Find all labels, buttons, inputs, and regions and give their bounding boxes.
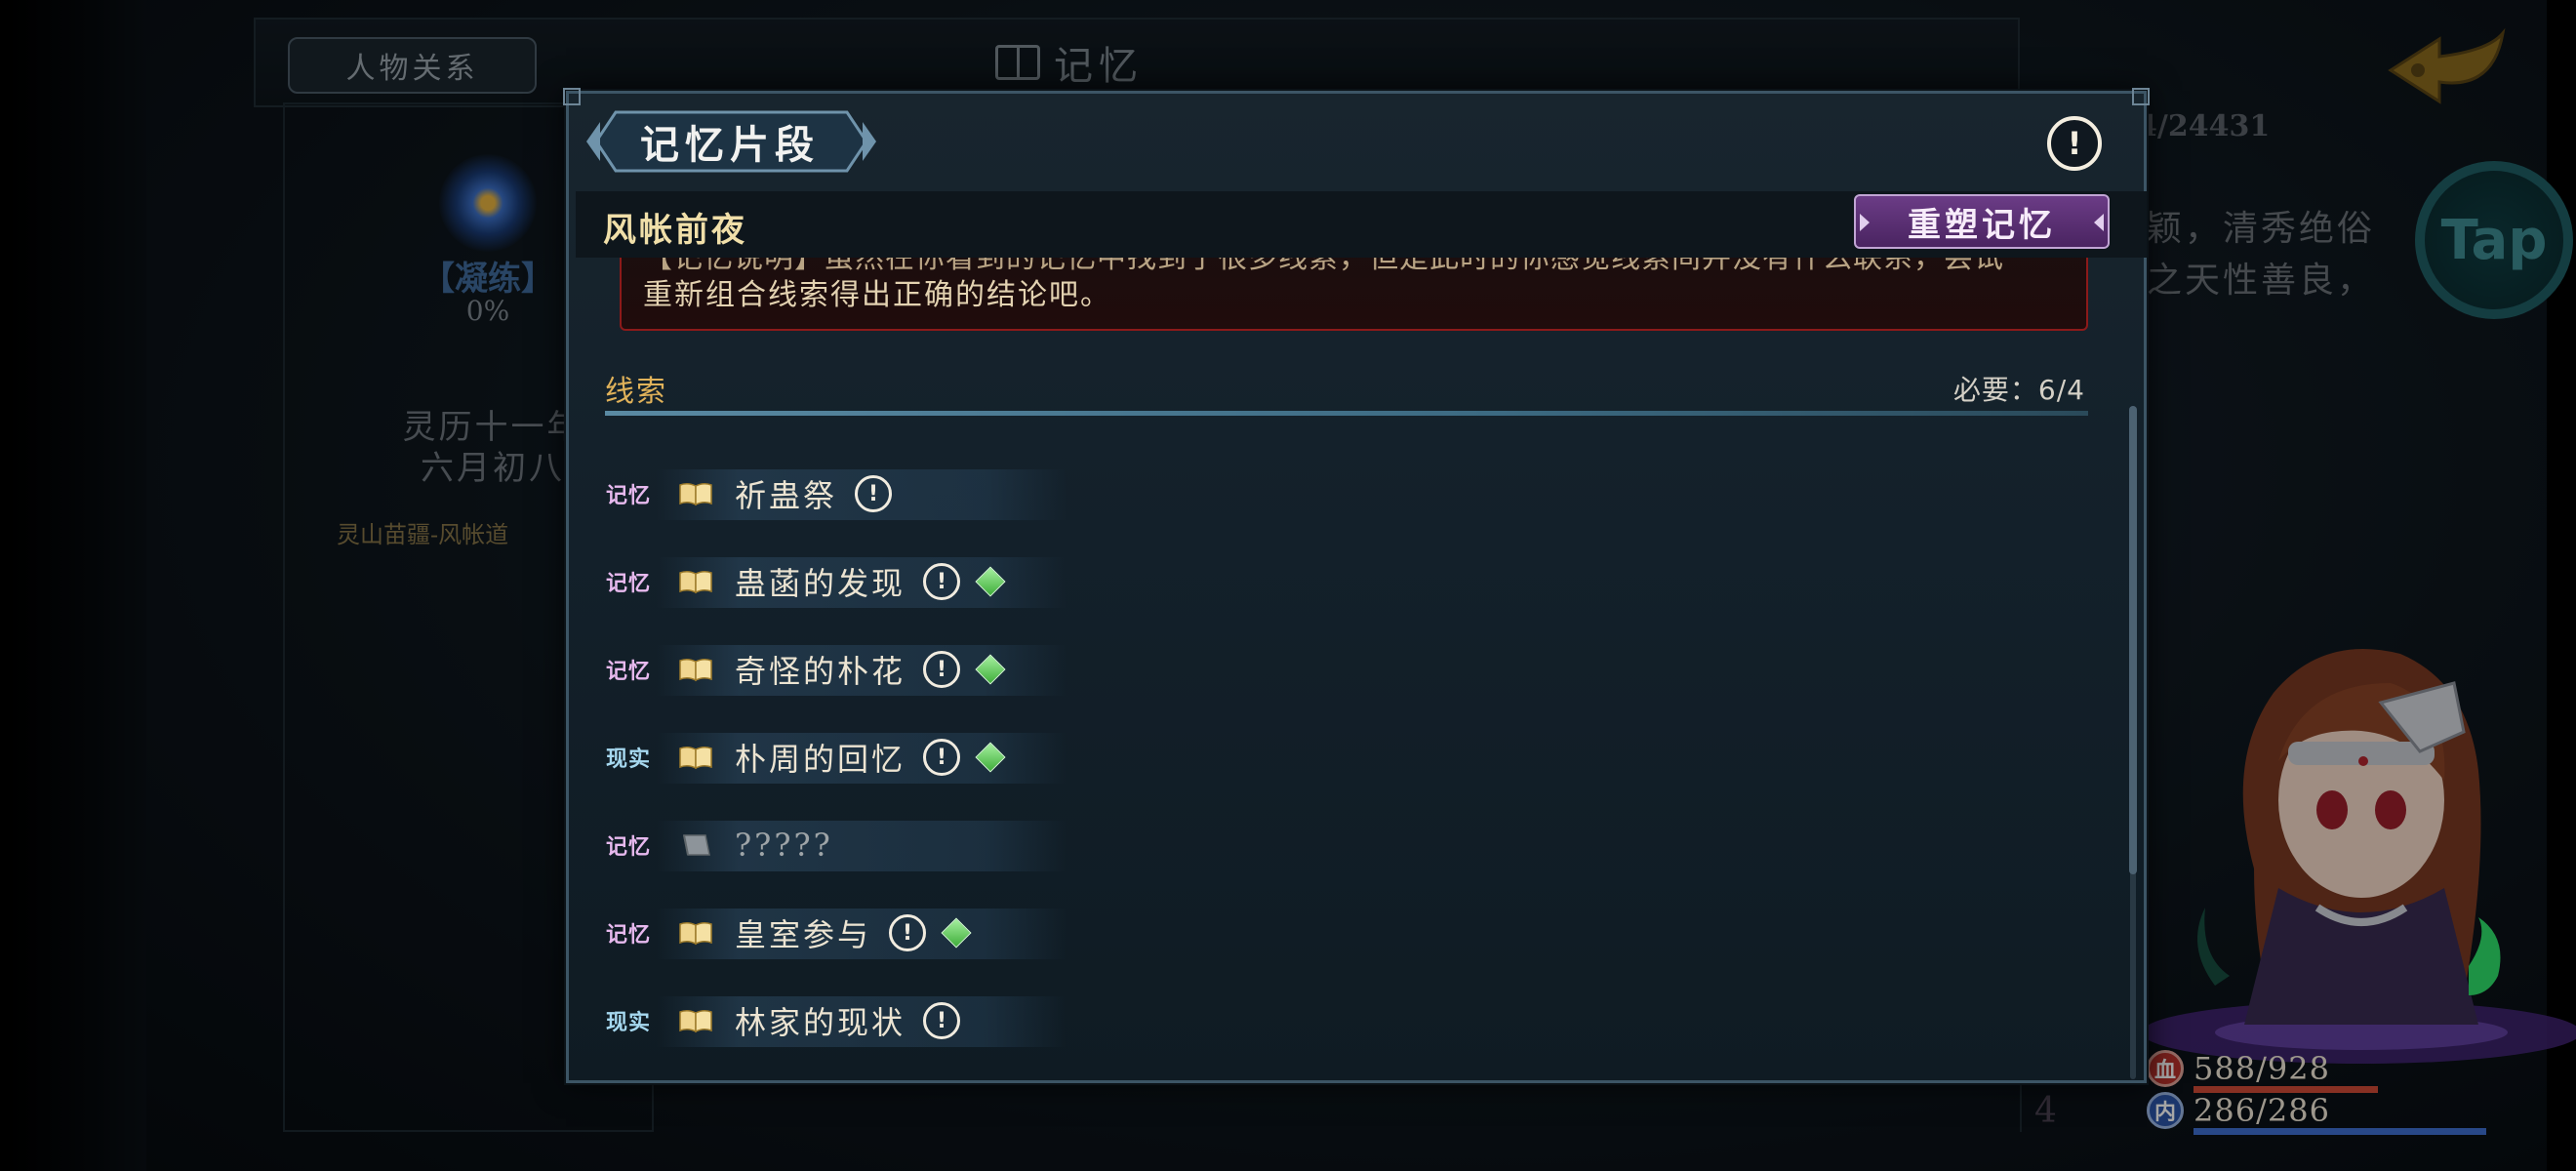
clue-name: 朴周的回忆: [735, 741, 906, 778]
clue-list: 记忆 祈蛊祭! 记忆 蛊菡的发现! 记忆 奇怪的朴花! 现实 朴周的回忆! 记忆????? 记忆皇…: [598, 450, 2120, 1065]
memory-subtitle: 风帐前夜: [603, 211, 747, 250]
clue-alert-icon[interactable]: !: [889, 914, 927, 951]
clue-row[interactable]: 记忆 蛊菡的发现!: [598, 538, 2120, 626]
clues-heading: 线索: [605, 375, 667, 409]
closed-book-icon: [683, 834, 710, 856]
right-arrow-icon: [2094, 214, 2104, 231]
reshape-memory-label: 重塑记忆: [1908, 205, 2056, 245]
memory-tag: 记忆: [605, 571, 651, 596]
memory-tag: 记忆: [605, 659, 651, 684]
reality-tag: 现实: [605, 1010, 651, 1035]
open-book-icon: [679, 482, 712, 506]
clue-name: ?????: [735, 827, 833, 864]
left-arrow-icon: [1860, 214, 1870, 231]
open-book-icon: [679, 658, 712, 682]
description-line2: 重新组合线索得出正确的结论吧。: [643, 278, 1111, 312]
reality-tag: 现实: [605, 747, 651, 772]
corner-ornament: [2132, 88, 2150, 105]
clue-alert-icon[interactable]: !: [923, 739, 961, 776]
open-book-icon: [679, 921, 712, 946]
clue-alert-icon[interactable]: !: [855, 475, 893, 512]
memory-fragment-dialog: 【记忆说明】虽然在你看到的记忆中找到了很多线索，但是此时的你感觉线索间并没有什么…: [563, 88, 2150, 1083]
clue-row[interactable]: 现实 朴周的回忆!: [598, 713, 2120, 801]
clue-name: 祈蛊祭: [735, 477, 838, 514]
clue-row[interactable]: 现实 林家的现状!: [598, 977, 2120, 1065]
clue-row[interactable]: 记忆 祈蛊祭!: [598, 450, 2120, 538]
clue-row[interactable]: 记忆?????: [598, 801, 2120, 889]
corner-ornament: [563, 88, 581, 105]
clue-alert-icon[interactable]: !: [923, 651, 961, 688]
clue-name: 奇怪的朴花: [735, 653, 906, 690]
clue-alert-icon[interactable]: !: [923, 1002, 961, 1039]
clue-alert-icon[interactable]: !: [923, 563, 961, 600]
open-book-icon: [679, 746, 712, 770]
clues-required: 必要：6/4: [1952, 374, 2085, 406]
open-book-icon: [679, 1009, 712, 1033]
reshape-memory-button[interactable]: 重塑记忆: [1854, 194, 2110, 249]
open-book-icon: [679, 570, 712, 594]
clue-name: 林家的现状: [735, 1004, 906, 1041]
clue-scrollbar-thumb[interactable]: [2129, 406, 2137, 874]
clue-name: 皇室参与: [735, 916, 872, 953]
memory-tag: 记忆: [605, 483, 651, 508]
memory-tag: 记忆: [605, 834, 651, 860]
clue-row[interactable]: 记忆 皇室参与!: [598, 889, 2120, 977]
clue-name: 蛊菡的发现: [735, 565, 906, 602]
dialog-title: 记忆片段: [640, 122, 820, 168]
memory-tag: 记忆: [605, 922, 651, 948]
clue-row[interactable]: 记忆 奇怪的朴花!: [598, 626, 2120, 713]
clue-row-highlight: [657, 821, 1067, 871]
help-alert-icon[interactable]: !: [2047, 116, 2102, 171]
clues-divider: [605, 411, 2088, 416]
